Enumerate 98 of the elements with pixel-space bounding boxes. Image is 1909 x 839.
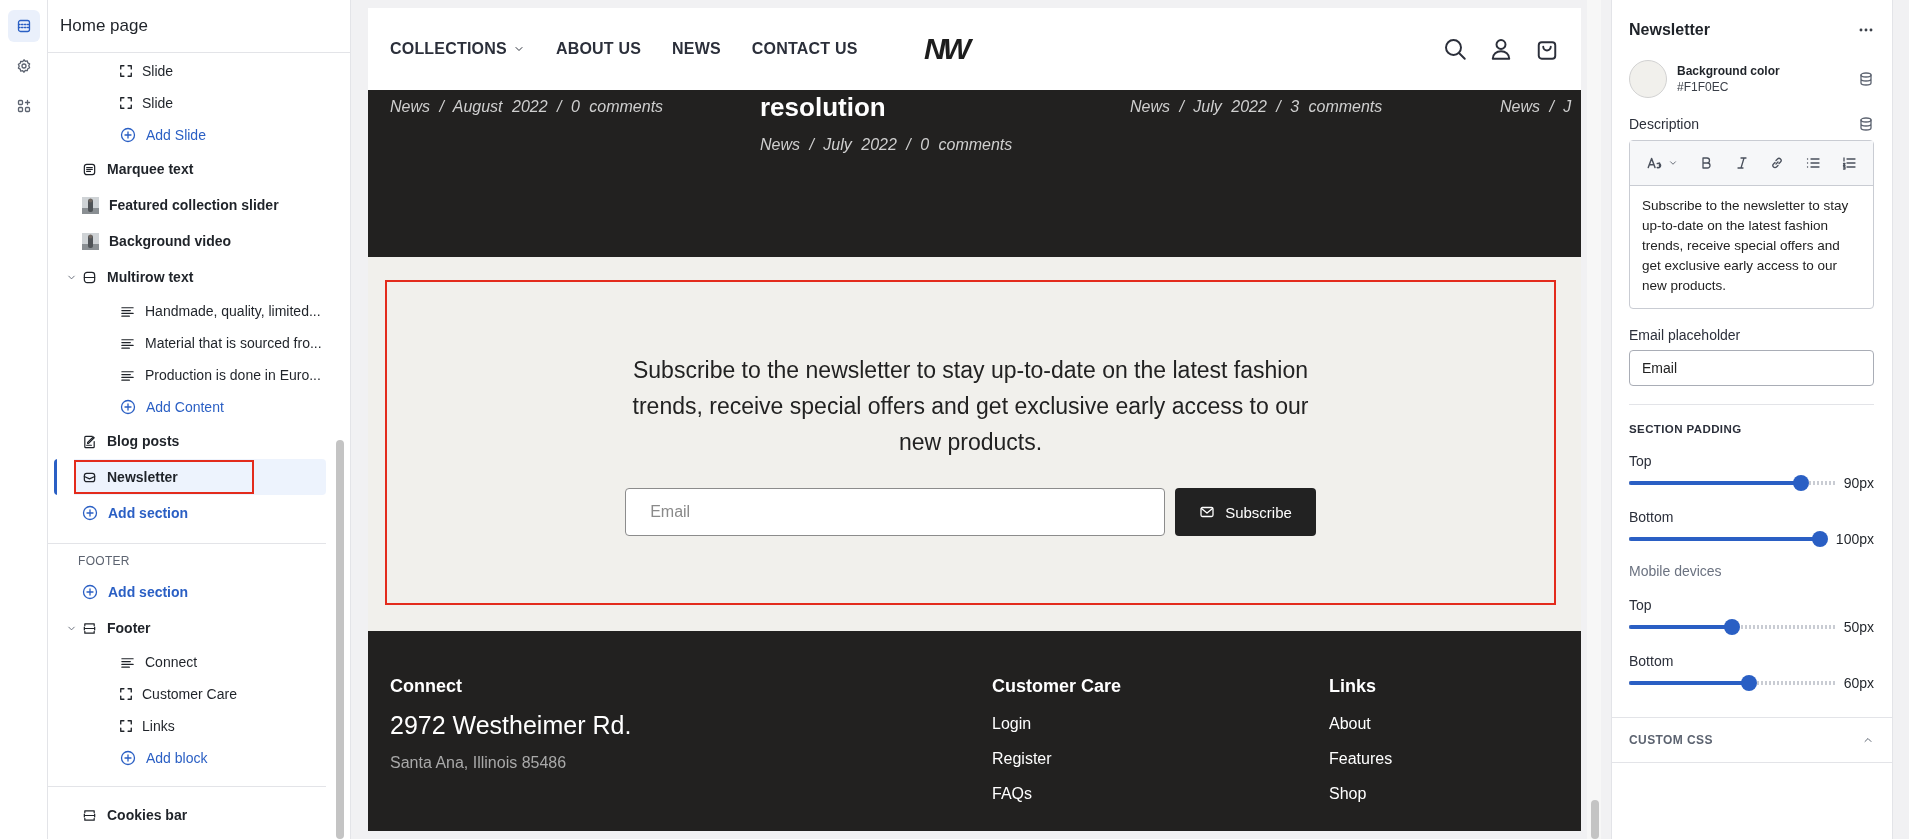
nav-link[interactable]: NEWS: [672, 40, 721, 58]
block-item[interactable]: Slide: [142, 63, 174, 79]
footer-layout-icon: [82, 807, 97, 823]
field-label: Email placeholder: [1629, 327, 1741, 343]
address-city: Santa Ana, Illinois 85486: [390, 754, 567, 772]
group-label: Mobile devices: [1629, 563, 1723, 579]
slider-label: Top: [1629, 453, 1652, 469]
add-icon: [120, 127, 136, 143]
add-link[interactable]: Add Content: [146, 399, 224, 415]
section-heading: CUSTOM CSS: [1629, 733, 1713, 747]
settings-title: Newsletter: [1629, 21, 1710, 39]
nav-link[interactable]: COLLECTIONS: [390, 40, 525, 58]
slider-thumb[interactable]: [1741, 675, 1758, 691]
footer-link[interactable]: Shop: [1329, 785, 1367, 803]
slider-value: 100px: [1834, 531, 1874, 547]
section-item[interactable]: Background video: [54, 223, 326, 259]
account-button[interactable]: [1489, 37, 1513, 61]
email-field[interactable]: Email: [625, 488, 1166, 536]
footer-heading: Links: [1329, 676, 1376, 697]
block-item[interactable]: Production is done in Euro...: [145, 367, 321, 383]
panel-title: Home page: [60, 16, 148, 36]
slider-label: Bottom: [1629, 509, 1674, 525]
chevron-down-icon: [1667, 158, 1678, 168]
block-item[interactable]: Slide: [142, 95, 174, 111]
rail-tab[interactable]: [7, 10, 40, 42]
slider-label: Top: [1629, 597, 1652, 613]
field-label: Description: [1629, 116, 1700, 132]
sections-icon: [15, 18, 32, 34]
section-item[interactable]: Footer: [54, 610, 326, 646]
color-value: #F1F0EC: [1677, 80, 1730, 94]
add-link[interactable]: Add Slide: [146, 127, 206, 143]
slider-value: 50px: [1842, 619, 1874, 635]
block-item[interactable]: Links: [142, 718, 175, 734]
bullet-list-icon: [1805, 155, 1822, 171]
add-link[interactable]: Add block: [146, 750, 208, 766]
slider-thumb[interactable]: [1724, 619, 1741, 635]
slider-value: 90px: [1842, 475, 1874, 491]
block-item[interactable]: Customer Care: [142, 686, 237, 702]
database-icon: [1858, 116, 1874, 132]
numbered-list-button[interactable]: [1841, 155, 1858, 171]
slider-thumb[interactable]: [1811, 531, 1828, 547]
rows-icon: [82, 269, 97, 285]
color-swatch[interactable]: [1629, 60, 1667, 98]
bullet-list-button[interactable]: [1805, 155, 1822, 171]
block-item[interactable]: Material that is sourced fro...: [145, 335, 322, 351]
section-item[interactable]: Marquee text: [54, 151, 326, 187]
database-icon: [1858, 71, 1874, 87]
rich-text-editor[interactable]: Subscribe to the newsletter to stay up-to-date on the latest fashion trends, receive special offers and get exclusive early access to our new products.: [1629, 140, 1874, 309]
numbered-list-icon: [1841, 155, 1858, 171]
post-meta: News / August 2022 / 0 comments: [390, 98, 665, 116]
settings-icon: [15, 58, 32, 74]
footer-heading: Customer Care: [992, 676, 1122, 697]
section-item[interactable]: Newsletter: [54, 459, 326, 495]
text-section-icon: [82, 161, 97, 177]
section-heading: SECTION PADDING: [1629, 423, 1743, 435]
footer-link[interactable]: FAQs: [992, 785, 1032, 803]
section-item[interactable]: Blog posts: [54, 423, 326, 459]
block-item[interactable]: Connect: [145, 654, 198, 670]
slider-value: 60px: [1842, 675, 1874, 691]
footer-link[interactable]: Features: [1329, 750, 1393, 768]
color-label: Background color: [1677, 64, 1780, 78]
footer-link[interactable]: Register: [992, 750, 1052, 768]
newsletter-text: Subscribe to the newsletter to stay up-to-date on the latest fashion trends, receive special offers and get exclusive early access to our new products.: [631, 356, 1310, 457]
person-icon: [1489, 37, 1513, 61]
footer-heading: Connect: [390, 676, 462, 697]
post-meta: News / July 2022 / 0 comments: [760, 136, 1014, 154]
slider-label: Bottom: [1629, 653, 1674, 669]
nav-link[interactable]: ABOUT US: [555, 40, 642, 58]
section-item[interactable]: Cookies bar: [54, 797, 326, 833]
add-section-link[interactable]: Add section: [54, 495, 326, 531]
section-item[interactable]: Featured collection slider: [54, 187, 326, 223]
block-item[interactable]: Handmade, quality, limited...: [145, 303, 321, 319]
description-text: Subscribe to the newsletter to stay up-to-date on the latest fashion trends, receive special offers and get exclusive early access to our new products.: [1641, 197, 1850, 295]
add-icon: [82, 505, 98, 521]
footer-link[interactable]: Login: [992, 715, 1032, 733]
post-meta: News / J: [1500, 98, 1573, 116]
post-meta: News / July 2022 / 3 comments: [1130, 98, 1384, 116]
input-field[interactable]: Email: [1629, 350, 1874, 386]
subscribe-button[interactable]: Subscribe: [1175, 488, 1316, 536]
add-icon: [82, 584, 98, 600]
nav-link[interactable]: CONTACT US: [751, 40, 858, 58]
section-item[interactable]: Multirow text: [54, 259, 326, 295]
slider-thumb[interactable]: [1792, 475, 1809, 491]
mail-icon: [1199, 504, 1216, 520]
address: 2972 Westheimer Rd.: [390, 711, 632, 740]
add-icon: [120, 399, 136, 415]
footer-layout-icon: [82, 620, 97, 636]
post-title[interactable]: resolution: [760, 92, 1112, 122]
scrollbar[interactable]: [336, 440, 344, 839]
group-label: FOOTER: [78, 554, 131, 568]
add-icon: [120, 750, 136, 766]
add-section-link[interactable]: Add section: [54, 574, 326, 610]
apps-add-icon: [15, 98, 32, 114]
search-button[interactable]: [1443, 37, 1467, 61]
search-icon: [1443, 37, 1467, 61]
edit-document-icon: [82, 433, 97, 449]
footer-link[interactable]: About: [1329, 715, 1371, 733]
scrollbar[interactable]: [1591, 800, 1599, 839]
